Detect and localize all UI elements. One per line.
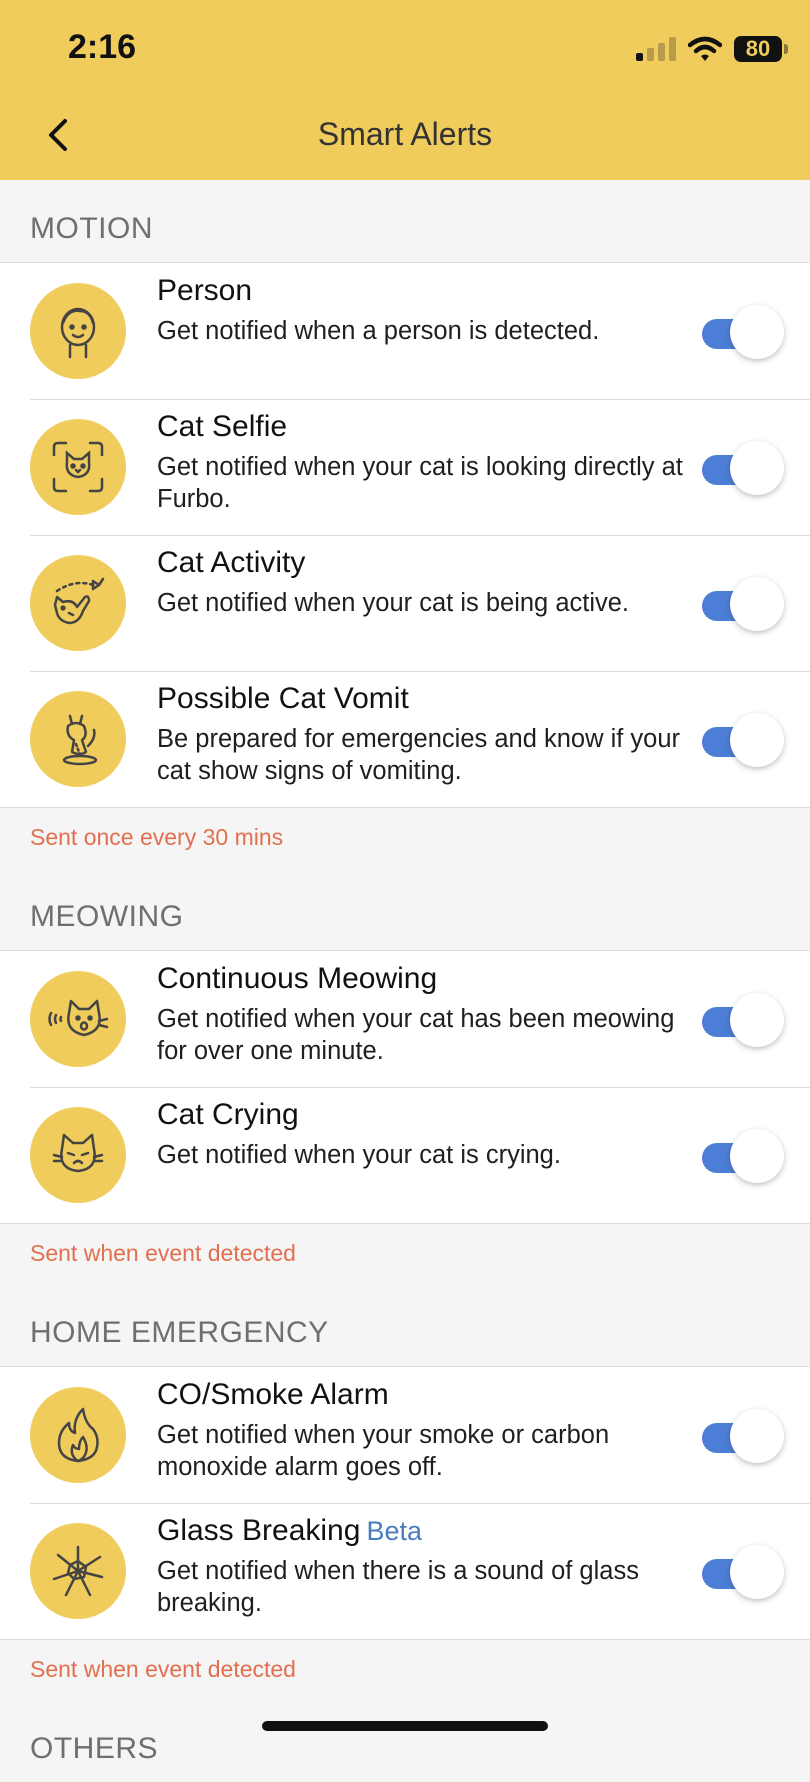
cat-vomit-icon bbox=[30, 691, 126, 787]
glass-breaking-icon bbox=[30, 1523, 126, 1619]
section-title-meowing: MEOWING bbox=[30, 900, 184, 933]
section-title-others: OTHERS bbox=[30, 1732, 159, 1765]
cat-selfie-icon bbox=[30, 419, 126, 515]
battery-icon: 80 bbox=[734, 36, 788, 62]
alert-description: Get notified when there is a sound of gl… bbox=[157, 1557, 639, 1617]
section-note-motion: Sent once every 30 mins bbox=[30, 824, 284, 850]
alert-title: Possible Cat Vomit bbox=[157, 682, 409, 715]
alert-description: Get notified when a person is detected. bbox=[157, 317, 600, 345]
alert-row-co-smoke-alarm: CO/Smoke Alarm Get notified when your sm… bbox=[0, 1367, 810, 1503]
alert-title: Person bbox=[157, 274, 253, 307]
section-card-home-emergency: CO/Smoke Alarm Get notified when your sm… bbox=[0, 1366, 810, 1640]
glass-breaking-alert-toggle[interactable] bbox=[702, 1545, 784, 1599]
home-indicator[interactable] bbox=[262, 1721, 548, 1731]
alert-title: Cat Selfie bbox=[157, 410, 288, 443]
cat-vomit-alert-toggle[interactable] bbox=[702, 713, 784, 767]
alert-row-continuous-meowing: Continuous Meowing Get notified when you… bbox=[0, 951, 810, 1087]
cat-activity-alert-toggle[interactable] bbox=[702, 577, 784, 631]
person-icon bbox=[30, 283, 126, 379]
cat-activity-icon bbox=[30, 555, 126, 651]
battery-level: 80 bbox=[745, 36, 771, 61]
alert-description: Get notified when your cat is looking di… bbox=[157, 453, 683, 513]
continuous-meowing-alert-toggle[interactable] bbox=[702, 993, 784, 1047]
section-note-meowing: Sent when event detected bbox=[30, 1240, 296, 1266]
page-title: Smart Alerts bbox=[317, 116, 493, 152]
alert-title: CO/Smoke Alarm bbox=[157, 1378, 389, 1411]
alert-description: Be prepared for emergencies and know if … bbox=[157, 725, 681, 785]
cellular-signal-icon bbox=[636, 37, 676, 61]
co-smoke-alarm-alert-toggle[interactable] bbox=[702, 1409, 784, 1463]
alert-title: Cat Activity bbox=[157, 546, 306, 579]
section-card-meowing: Continuous Meowing Get notified when you… bbox=[0, 950, 810, 1224]
alerts-list: MOTION Person Get notified when a person… bbox=[0, 180, 810, 1782]
app-header: 2:16 80 Smart Alerts bbox=[0, 0, 810, 180]
alert-title-text: Glass Breaking bbox=[157, 1514, 361, 1547]
alert-description: Get notified when your smoke or carbon m… bbox=[157, 1421, 610, 1481]
alert-title: Glass Breaking Beta bbox=[157, 1513, 687, 1549]
alert-description: Get notified when your cat is crying. bbox=[157, 1141, 561, 1169]
section-card-motion: Person Get notified when a person is det… bbox=[0, 262, 810, 808]
alert-row-glass-breaking: Glass Breaking Beta Get notified when the… bbox=[0, 1503, 810, 1639]
alert-row-cat-vomit: Possible Cat Vomit Be prepared for emerg… bbox=[0, 671, 810, 807]
alert-row-cat-activity: Cat Activity Get notified when your cat … bbox=[0, 535, 810, 671]
section-note-home-emergency: Sent when event detected bbox=[30, 1656, 296, 1682]
cat-crying-alert-toggle[interactable] bbox=[702, 1129, 784, 1183]
status-time: 2:16 bbox=[68, 28, 137, 66]
section-title-home-emergency: HOME EMERGENCY bbox=[30, 1316, 329, 1349]
alert-title: Continuous Meowing bbox=[157, 962, 438, 995]
alert-description: Get notified when your cat is being acti… bbox=[157, 589, 630, 617]
alert-title: Cat Crying bbox=[157, 1098, 299, 1131]
beta-badge: Beta bbox=[366, 1516, 422, 1546]
alert-row-cat-selfie: Cat Selfie Get notified when your cat is… bbox=[0, 399, 810, 535]
cat-meowing-icon bbox=[30, 971, 126, 1067]
wifi-icon bbox=[688, 36, 722, 61]
alert-row-cat-crying: Cat Crying Get notified when your cat is… bbox=[0, 1087, 810, 1223]
flame-icon bbox=[30, 1387, 126, 1483]
cat-selfie-alert-toggle[interactable] bbox=[702, 441, 784, 495]
cat-crying-icon bbox=[30, 1107, 126, 1203]
alert-row-person: Person Get notified when a person is det… bbox=[0, 263, 810, 399]
alert-description: Get notified when your cat has been meow… bbox=[157, 1005, 675, 1065]
person-alert-toggle[interactable] bbox=[702, 305, 784, 359]
section-title-motion: MOTION bbox=[30, 212, 153, 245]
status-indicators: 80 bbox=[636, 32, 788, 66]
